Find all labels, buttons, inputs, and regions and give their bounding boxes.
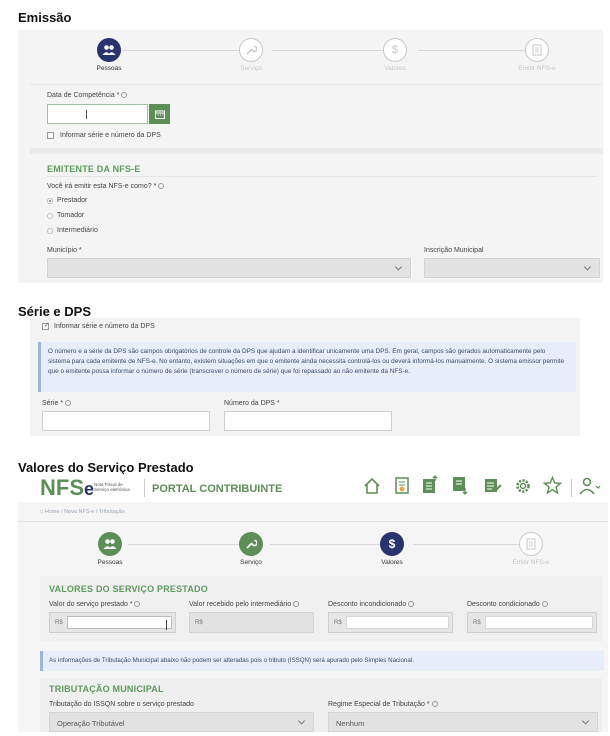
gear-icon[interactable] — [514, 477, 532, 500]
home-icon[interactable] — [363, 477, 381, 500]
numero-dps-label: Número da DPS * — [224, 400, 280, 407]
desconto-cond-input[interactable]: R$ — [467, 612, 597, 633]
breadcrumb: ⌂ Home / Nova NFS-e / Tributação — [18, 502, 608, 522]
info-icon — [121, 92, 128, 98]
stepper-emissao: Pessoas Serviço $ Valores Emitir NFS-e — [18, 38, 603, 90]
dollar-icon: $ — [383, 38, 407, 62]
breadcrumb-home-icon: ⌂ — [40, 509, 44, 515]
edit-list-icon[interactable] — [484, 478, 502, 499]
step-valores[interactable]: $ Valores — [345, 38, 445, 72]
tributacao-issqn-label: Tributação do ISSQN sobre o serviço pres… — [49, 701, 194, 708]
chevron-down-icon — [581, 717, 590, 725]
calendar-button[interactable] — [149, 104, 170, 124]
tributacao-info-bar: As informações de Tributação Municipal a… — [40, 651, 604, 671]
info-icon — [408, 601, 415, 607]
chevron-down-icon — [297, 717, 306, 725]
valor-servico-label: Valor do serviço prestado * — [49, 601, 141, 608]
serie-input[interactable] — [42, 411, 210, 431]
upload-doc-icon[interactable] — [421, 475, 439, 500]
radio-intermediario[interactable] — [47, 228, 53, 234]
nfse-logo[interactable]: NFSe — [40, 475, 94, 501]
informar-serie-checkbox[interactable] — [47, 132, 54, 139]
breadcrumb-home[interactable]: Home — [45, 509, 60, 515]
info-icon — [541, 601, 548, 607]
data-competencia-label: Data de Competência * — [47, 92, 128, 99]
data-competencia-input[interactable] — [47, 104, 148, 124]
step-emitir[interactable]: Emitir NFS-e — [481, 532, 581, 566]
portal-header: NFSe Nota Fiscal de Serviço eletrônica PO… — [18, 474, 608, 502]
info-icon — [64, 400, 71, 406]
document-icon — [519, 532, 543, 556]
info-icon — [134, 601, 141, 607]
star-icon[interactable] — [542, 475, 563, 500]
regime-especial-select[interactable]: Nenhum — [328, 712, 598, 732]
serie-info-text: O número e a série da DPS são campos obr… — [48, 348, 565, 375]
desconto-incond-label: Desconto incondicionado — [328, 601, 415, 608]
calendar-icon — [154, 110, 165, 119]
user-icon[interactable] — [579, 477, 601, 500]
new-invoice-icon[interactable] — [394, 477, 410, 500]
tributacao-issqn-select[interactable]: Operação Tributável — [49, 712, 314, 732]
desconto-cond-label: Desconto condicionado — [467, 601, 548, 608]
informar-serie-label: Informar série e número da DPS — [54, 323, 155, 330]
inscricao-select[interactable] — [424, 258, 600, 278]
informar-serie-checkbox-checked[interactable]: ✓ — [42, 323, 49, 330]
breadcrumb-nova-nfse[interactable]: Nova NFS-e — [64, 509, 94, 515]
dollar-icon: $ — [380, 532, 404, 556]
portal-title: PORTAL CONTRIBUINTE — [152, 483, 283, 495]
info-icon — [431, 701, 438, 707]
desconto-incond-input[interactable]: R$ — [328, 612, 453, 633]
serie-label: Série * — [42, 400, 71, 407]
valor-intermediario-input[interactable]: R$ — [189, 612, 314, 633]
step-valores[interactable]: $ Valores — [342, 532, 442, 566]
section-title-serie: Série e DPS — [18, 304, 91, 319]
people-icon — [97, 38, 121, 62]
chevron-down-icon — [394, 263, 403, 271]
informar-serie-label: Informar série e número da DPS — [60, 132, 161, 139]
section-title-valores: Valores do Serviço Prestado — [18, 460, 194, 475]
step-emitir[interactable]: Emitir NFS-e — [487, 38, 587, 72]
como-emitir-label: Você irá emitir esta NFS-e como? * — [47, 183, 165, 190]
document-icon — [525, 38, 549, 62]
valores-heading: VALORES DO SERVIÇO PRESTADO — [49, 584, 208, 594]
info-icon — [293, 601, 300, 607]
step-pessoas[interactable]: Pessoas — [60, 532, 160, 566]
radio-prestador[interactable] — [47, 198, 53, 204]
radio-tomador-label: Tomador — [57, 212, 85, 219]
regime-especial-label: Regime Especial de Tributação * — [328, 701, 438, 708]
portal-panel: NFSe Nota Fiscal de Serviço eletrônica PO… — [18, 474, 608, 732]
step-servico[interactable]: Serviço — [201, 38, 301, 72]
logo-subtitle: Nota Fiscal de Serviço eletrônica — [94, 482, 130, 492]
wrench-icon — [239, 38, 263, 62]
radio-intermediario-label: Intermediário — [57, 227, 98, 234]
people-icon — [98, 532, 122, 556]
municipio-label: Município * — [47, 247, 82, 254]
radio-tomador[interactable] — [47, 213, 53, 219]
serie-info-box: O número e a série da DPS são campos obr… — [38, 342, 576, 392]
emitente-heading: EMITENTE DA NFS-E — [47, 164, 141, 174]
wrench-icon — [239, 532, 263, 556]
valor-intermediario-label: Valor recebido pelo intermediário — [189, 601, 300, 608]
section-title-emissao: Emissão — [18, 10, 72, 25]
tributacao-heading: TRIBUTAÇÃO MUNICIPAL — [49, 684, 164, 694]
chevron-down-icon — [583, 263, 592, 271]
emissao-panel: Pessoas Serviço $ Valores Emitir NFS-e D… — [18, 30, 603, 283]
download-doc-icon[interactable] — [451, 476, 469, 501]
step-pessoas[interactable]: Pessoas — [59, 38, 159, 72]
valor-servico-input[interactable]: R$ — [49, 612, 176, 633]
radio-prestador-label: Prestador — [57, 197, 88, 204]
breadcrumb-tributacao: Tributação — [98, 509, 125, 515]
serie-panel: ✓ Informar série e número da DPS O númer… — [30, 318, 580, 436]
step-servico[interactable]: Serviço — [201, 532, 301, 566]
inscricao-label: Inscrição Municipal — [424, 247, 484, 254]
info-icon — [158, 183, 165, 189]
municipio-select[interactable] — [47, 258, 411, 278]
numero-dps-input[interactable] — [224, 411, 392, 431]
